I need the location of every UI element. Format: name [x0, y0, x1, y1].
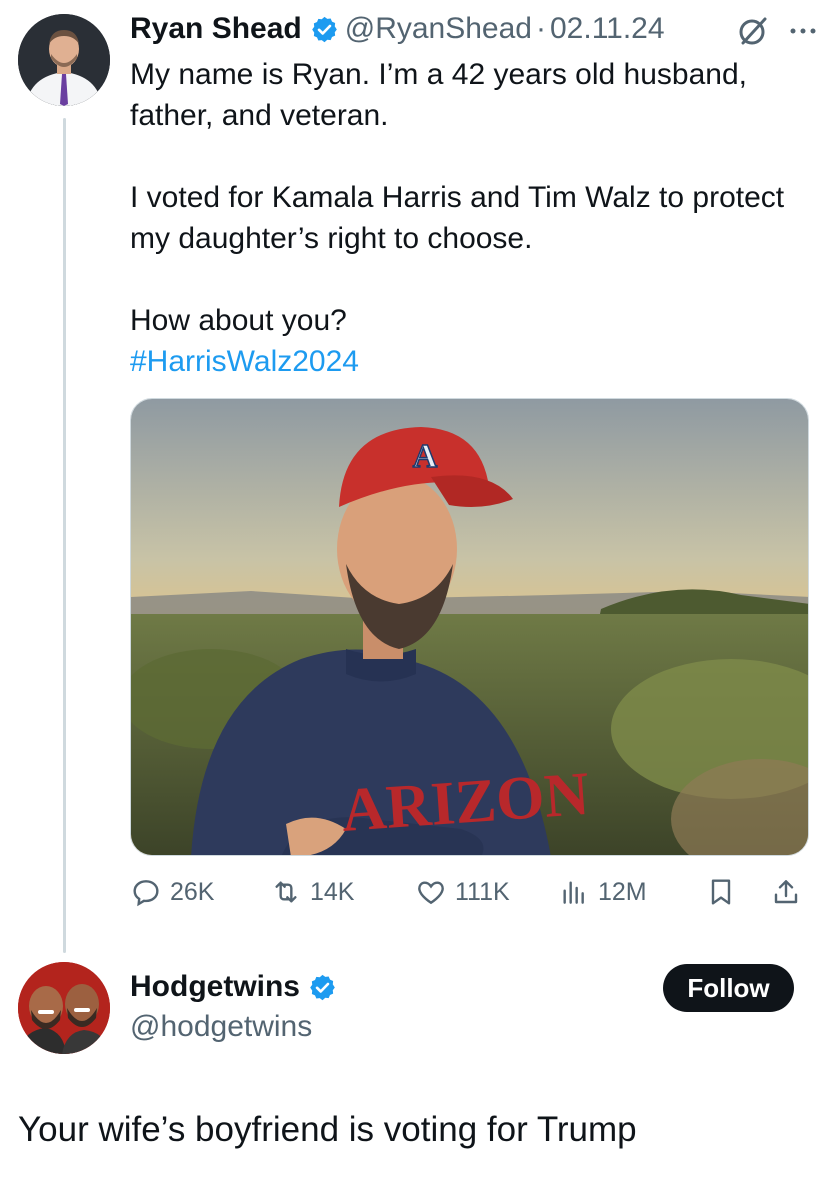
reply-author-row: Hodgetwins: [130, 966, 343, 1008]
avatar-hodgetwins[interactable]: [18, 962, 110, 1054]
reply-author-name[interactable]: Hodgetwins: [130, 970, 300, 1004]
retweet-icon: [275, 881, 297, 903]
retweet-button[interactable]: 14K: [270, 870, 354, 914]
tweet-author-handle[interactable]: @RyanShead: [345, 12, 532, 46]
follow-button[interactable]: Follow: [663, 964, 794, 1012]
view-count: 12M: [598, 877, 647, 906]
header-icons: [736, 14, 818, 48]
heart-icon: [418, 881, 444, 905]
share-icon: [774, 880, 798, 904]
views-button[interactable]: 12M: [558, 870, 647, 914]
hashtag-link[interactable]: #HarrisWalz2024: [130, 345, 359, 378]
reply-icon: [133, 880, 159, 907]
more-icon[interactable]: [788, 16, 818, 46]
like-count: 111K: [455, 877, 510, 906]
reply-count: 26K: [170, 877, 215, 906]
verified-badge-icon: [310, 15, 339, 44]
share-button[interactable]: [770, 870, 802, 914]
reply-author-handle[interactable]: @hodgetwins: [130, 1010, 312, 1044]
bookmark-button[interactable]: [705, 870, 737, 914]
grok-icon[interactable]: [736, 14, 770, 48]
verified-badge-icon: [308, 973, 337, 1002]
cap-logo: A: [413, 438, 438, 475]
tweet-header: Ryan Shead @RyanShead · 02.11.24: [130, 8, 818, 50]
reply-text: Your wife’s boyfriend is voting for Trum…: [18, 1110, 637, 1149]
tweet-paragraph: My name is Ryan. I’m a 42 years old husb…: [130, 58, 747, 132]
reply-button[interactable]: 26K: [130, 870, 214, 914]
tweet-action-bar: 26K 14K 111K 12M: [130, 870, 810, 914]
tweet-author-name[interactable]: Ryan Shead: [130, 12, 302, 46]
bookmark-icon: [711, 879, 731, 905]
tweet-question: How about you?: [130, 304, 347, 337]
views-icon: [563, 881, 584, 904]
tweet-paragraph: How about you? #HarrisWalz2024: [130, 300, 810, 382]
tweet-body: My name is Ryan. I’m a 42 years old husb…: [130, 54, 810, 382]
like-button[interactable]: 111K: [415, 870, 510, 914]
avatar-ryan-shead[interactable]: [18, 14, 110, 106]
separator-dot: ·: [535, 12, 546, 45]
thread-connector-line: [63, 118, 66, 953]
tweet-paragraph: I voted for Kamala Harris and Tim Walz t…: [130, 181, 785, 255]
tweet-media-image[interactable]: ARIZON A: [130, 398, 809, 856]
tweet-date[interactable]: 02.11.24: [550, 12, 665, 46]
retweet-count: 14K: [310, 877, 355, 906]
